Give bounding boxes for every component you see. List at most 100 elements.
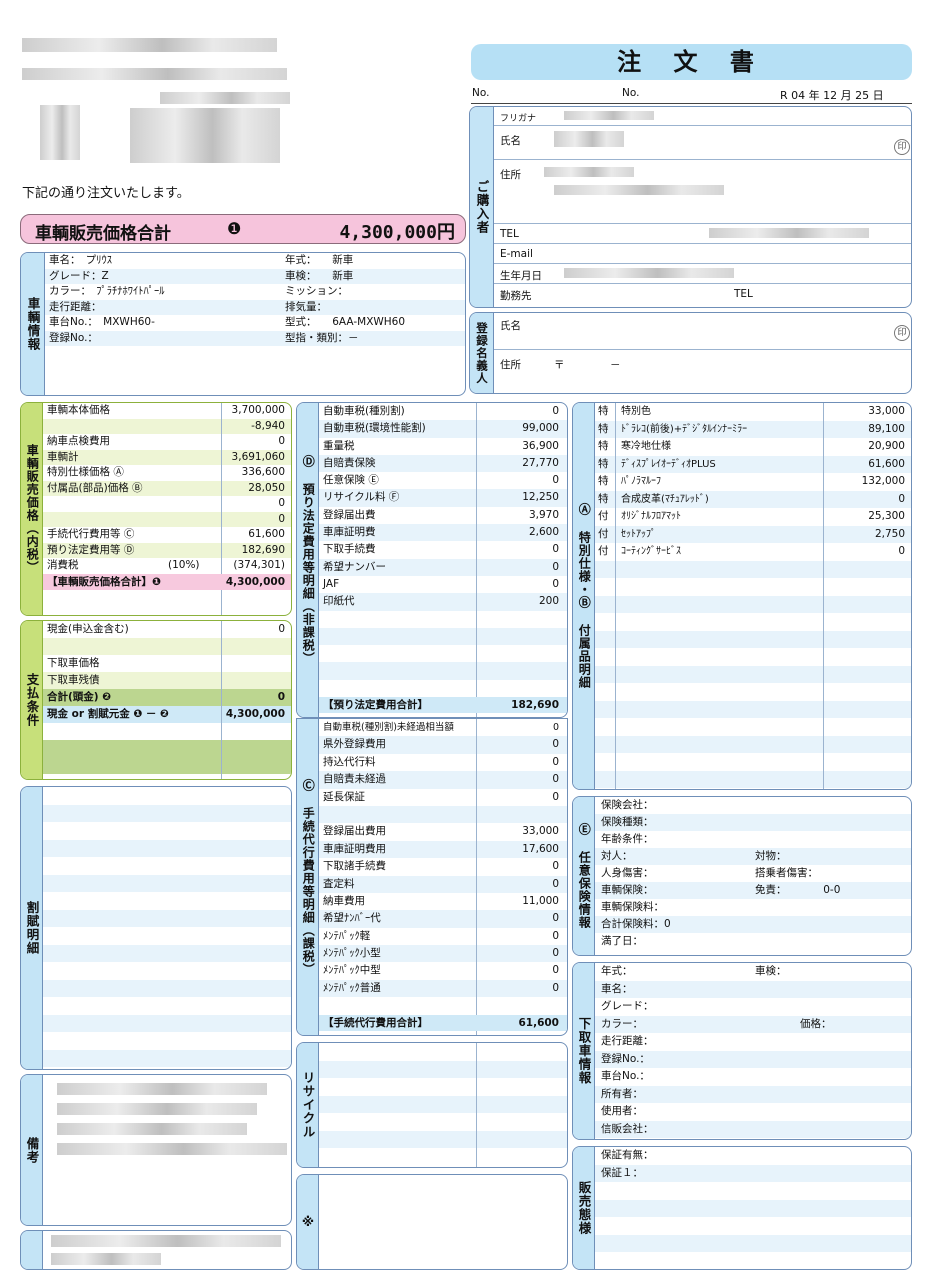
procedure-label: 登録届出費用 xyxy=(323,825,386,838)
option-kind: 特 xyxy=(598,457,609,470)
legal-label: 重量税 xyxy=(323,439,355,452)
buyer-work-tel-label: TEL xyxy=(734,288,753,300)
option-row xyxy=(595,648,911,666)
insurance-row: 満了日： xyxy=(595,933,911,950)
vehicle-field-right: 排気量： xyxy=(285,300,327,313)
procedure-label: 持込代行料 xyxy=(323,755,376,768)
option-name: ﾄﾞﾗﾚｺ(前後)+ﾃﾞｼﾞﾀﾙｲﾝﾅｰﾐﾗｰ xyxy=(621,423,748,435)
legal-label: 任意保険 Ⓔ xyxy=(323,474,379,487)
procedure-value: 0 xyxy=(552,912,559,925)
footer-box xyxy=(20,1230,292,1270)
vehicle-field-left: グレード：Z xyxy=(49,269,109,282)
price-label: 車輌本体価格 xyxy=(47,404,110,416)
procedure-total-value: 61,600 xyxy=(518,1016,559,1029)
options-box: Ⓐ 特別仕様・Ⓑ 付属品明細 特 特別色 33,000 特 ﾄﾞﾗﾚｺ(前後)+ﾃﾞｼﾞ… xyxy=(572,402,912,790)
tradein-row: 車名： xyxy=(595,980,911,998)
tradein-row: 年式： 車検： xyxy=(595,963,911,981)
insurance-row: 車輌保険： 免責： 0-0 xyxy=(595,882,911,899)
price-label: 車輌計 xyxy=(47,450,79,463)
order-date: R 04 年 12 月 25 日 xyxy=(780,89,884,102)
no-label-2: No. xyxy=(622,87,640,99)
vehicle-field-left: 車台No.： MXWH60- xyxy=(49,316,155,328)
option-price: 2,750 xyxy=(874,527,905,540)
option-row: 特 特別色 33,000 xyxy=(595,403,911,421)
procedure-label: ﾒﾝﾃﾊﾟｯｸ小型 xyxy=(323,947,381,960)
tradein-field: 使用者： xyxy=(601,1105,643,1117)
payment-label: 下取車残債 xyxy=(47,674,100,686)
option-row xyxy=(595,770,911,788)
procedure-row: ﾒﾝﾃﾊﾟｯｸ軽 0 xyxy=(319,928,567,945)
tradein-field: 信販会社： xyxy=(601,1122,654,1135)
option-row xyxy=(595,735,911,753)
payment-label: 現金(申込金含む) xyxy=(47,623,129,635)
option-kind: 特 xyxy=(598,475,609,487)
procedure-value: 11,000 xyxy=(522,894,559,907)
vehicle-row: カラー： ﾌﾟﾗﾁﾅﾎﾜｲﾄﾊﾟｰﾙ ミッション： xyxy=(45,284,465,300)
tradein-field: 所有者： xyxy=(601,1087,643,1100)
insurance-row: 年齢条件： xyxy=(595,831,911,848)
price-section-label: 車輌販売価格（内税） xyxy=(25,444,40,574)
tradein-field: 登録No.： xyxy=(601,1052,650,1065)
sales-row xyxy=(595,1234,911,1252)
installment-row xyxy=(43,874,291,892)
tradein-row: 登録No.： xyxy=(595,1050,911,1068)
page-title: 注 文 書 xyxy=(471,44,912,80)
vehicle-field-right: 型式： 6AA-MXWH60 xyxy=(285,316,406,328)
price-row: 消費税 (374,301) (10%) xyxy=(43,558,291,574)
procedure-row: 車庫証明費用 17,600 xyxy=(319,840,567,859)
buyer-box: ご購入者 フリガナ 氏名 印 住所 TEL E-mail 生年月日 勤務先 TE… xyxy=(469,106,912,308)
price-row: -8,940 xyxy=(43,418,291,434)
sales-mode-box: 販売態様 保証有無： 保証１： xyxy=(572,1146,912,1270)
payment-value: 0 xyxy=(277,691,285,703)
insurance-field: 合計保険料：0 xyxy=(601,918,671,930)
procedure-value: 0 xyxy=(552,981,559,994)
price-total-value: 4,300,000 xyxy=(225,575,285,588)
insurance-row: 保険会社： xyxy=(595,797,911,814)
options-section-label: Ⓐ 特別仕様・Ⓑ 付属品明細 xyxy=(577,503,592,689)
vehicle-field-left: 走行距離： xyxy=(49,300,102,313)
installment-row xyxy=(43,1032,291,1050)
installment-row xyxy=(43,944,291,962)
installment-row xyxy=(43,1014,291,1032)
procedure-label: 査定料 xyxy=(323,877,355,890)
installment-row xyxy=(43,927,291,945)
procedure-total-row: 【手続代行費用合計】 61,600 xyxy=(319,1014,567,1031)
legal-label: 車庫証明費 xyxy=(323,526,376,539)
option-row: 特 寒冷地仕様 20,900 xyxy=(595,438,911,456)
insurance-field-right: 免責： 0-0 xyxy=(755,884,841,896)
procedure-row: 希望ﾅﾝﾊﾞｰ代 0 xyxy=(319,910,567,928)
procedure-row: 自賠責未経過 0 xyxy=(319,771,567,789)
note-box: ※ xyxy=(296,1174,568,1270)
insurance-row: 人身傷害： 搭乗者傷害： xyxy=(595,865,911,882)
procedure-row: 納車費用 11,000 xyxy=(319,893,567,910)
procedure-value: 0 xyxy=(552,773,559,786)
recycle-row xyxy=(319,1113,567,1131)
option-row: 付 ｾｯﾄｱｯﾌﾟ 2,750 xyxy=(595,525,911,543)
vehicle-field-right: 年式： 新車 xyxy=(285,254,354,266)
option-row xyxy=(595,560,911,578)
price-value: 336,600 xyxy=(241,466,285,478)
installment-row xyxy=(43,857,291,875)
vehicle-field-right: 型指・類別：－ xyxy=(285,331,359,344)
legal-label: JAF xyxy=(323,577,340,590)
legal-value: 99,000 xyxy=(522,422,559,435)
price-value: 182,690 xyxy=(241,543,285,556)
price-value: (374,301) xyxy=(233,559,285,571)
legal-value: 36,900 xyxy=(522,439,559,452)
legal-fees-section-label: Ⓓ 預り法定費用等明細（非課税） xyxy=(301,455,316,665)
procedure-label: ﾒﾝﾃﾊﾟｯｸ軽 xyxy=(323,929,371,942)
price-row: 0 xyxy=(43,496,291,512)
legal-row: 自賠責保険 27,770 xyxy=(319,454,567,473)
price-row: 特別仕様価格 Ⓐ 336,600 xyxy=(43,465,291,481)
vehicle-field-left: 車名： プﾘｳｽ xyxy=(49,254,112,266)
option-price: 0 xyxy=(898,545,905,557)
tradein-field: 車名： xyxy=(601,982,633,995)
registrant-seal: 印 xyxy=(894,325,910,341)
vehicle-field-right: ミッション： xyxy=(285,285,348,297)
payment-section-label: 支払条件 xyxy=(24,673,40,727)
procedure-value: 33,000 xyxy=(522,825,559,838)
payment-row: 下取車価格 xyxy=(43,655,291,672)
note-section-label: ※ xyxy=(300,1214,316,1230)
option-name: ｵﾘｼﾞﾅﾙﾌﾛｱﾏｯﾄ xyxy=(621,511,681,522)
procedure-value: 17,600 xyxy=(522,842,559,855)
